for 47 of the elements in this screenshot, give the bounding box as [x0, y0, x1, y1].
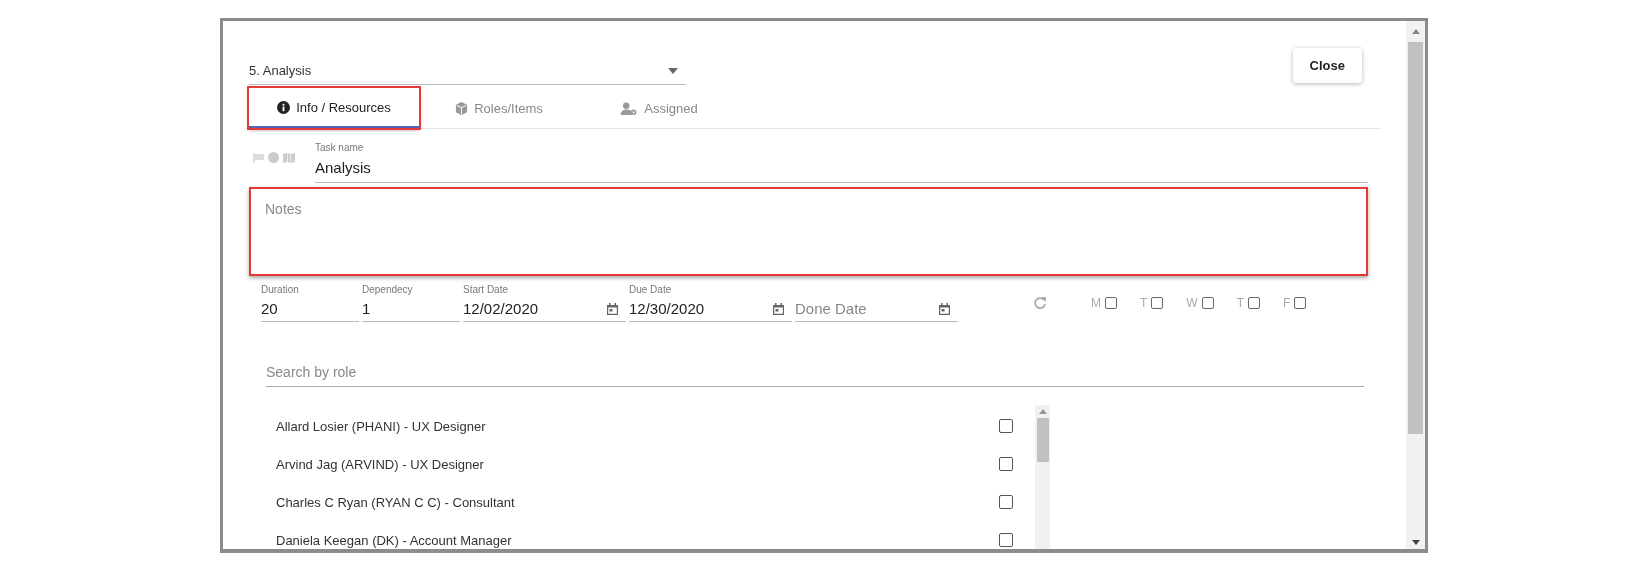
weekday-label: T: [1140, 296, 1148, 310]
role-name: Allard Losier (PHANI) - UX Designer: [276, 418, 486, 434]
scroll-down-icon[interactable]: [1411, 540, 1420, 545]
tab[interactable]: Assigned: [579, 88, 739, 128]
input-field[interactable]: Dependecy 1: [362, 279, 460, 322]
cube-icon: [455, 101, 469, 115]
calendar-icon: [773, 302, 784, 315]
circle-icon: [268, 152, 279, 163]
input-field[interactable]: Duration 20: [261, 279, 359, 322]
caret-icon: [668, 67, 678, 74]
input-field[interactable]: Due Date 12/30/2020: [629, 279, 792, 322]
checkbox[interactable]: [1105, 297, 1117, 309]
scroll-up-icon[interactable]: [1411, 29, 1420, 34]
checkbox[interactable]: [1151, 297, 1164, 309]
checkbox[interactable]: [1294, 297, 1307, 309]
map-icon: [283, 152, 295, 163]
role-name: Charles C Ryan (RYAN C C) - Consultant: [276, 494, 515, 510]
info-icon: [277, 100, 291, 114]
role-name: Arvind Jag (ARVIND) - UX Designer: [276, 456, 484, 472]
scrollbar[interactable]: [1406, 21, 1425, 549]
person-gear-icon: [620, 101, 639, 115]
scrollbar[interactable]: [1035, 405, 1050, 549]
notes-field[interactable]: Notes: [249, 187, 1368, 276]
input-field[interactable]: Start Date 12/02/2020: [463, 279, 626, 322]
calendar-icon: [939, 302, 950, 315]
input-field[interactable]: Done Date: [795, 297, 958, 322]
task-name-field[interactable]: Task name Analysis: [315, 142, 1368, 183]
weekday-label: M: [1091, 296, 1101, 310]
scrollbar-thumb[interactable]: [1036, 418, 1049, 462]
scrollbar-thumb[interactable]: [1408, 42, 1423, 434]
checkbox[interactable]: [999, 533, 1013, 547]
checkbox[interactable]: [999, 419, 1013, 433]
tab[interactable]: Roles/Items: [419, 88, 579, 128]
checkbox[interactable]: [1248, 297, 1260, 309]
flag-icon: [253, 152, 264, 163]
search-field[interactable]: Search by role: [266, 356, 1364, 387]
checkbox[interactable]: [999, 457, 1013, 471]
task-select[interactable]: 5. Analysis: [249, 63, 686, 85]
weekday-label: W: [1186, 296, 1198, 310]
tab[interactable]: Info / Resources: [249, 88, 419, 128]
checkbox[interactable]: [1201, 297, 1214, 309]
close-button[interactable]: Close: [1292, 48, 1362, 83]
weekday-label: F: [1283, 296, 1291, 310]
calendar-icon: [607, 302, 618, 315]
checkbox[interactable]: [999, 495, 1013, 509]
role-name: Daniela Keegan (DK) - Account Manager: [276, 532, 512, 548]
weekday-label: T: [1236, 296, 1244, 310]
